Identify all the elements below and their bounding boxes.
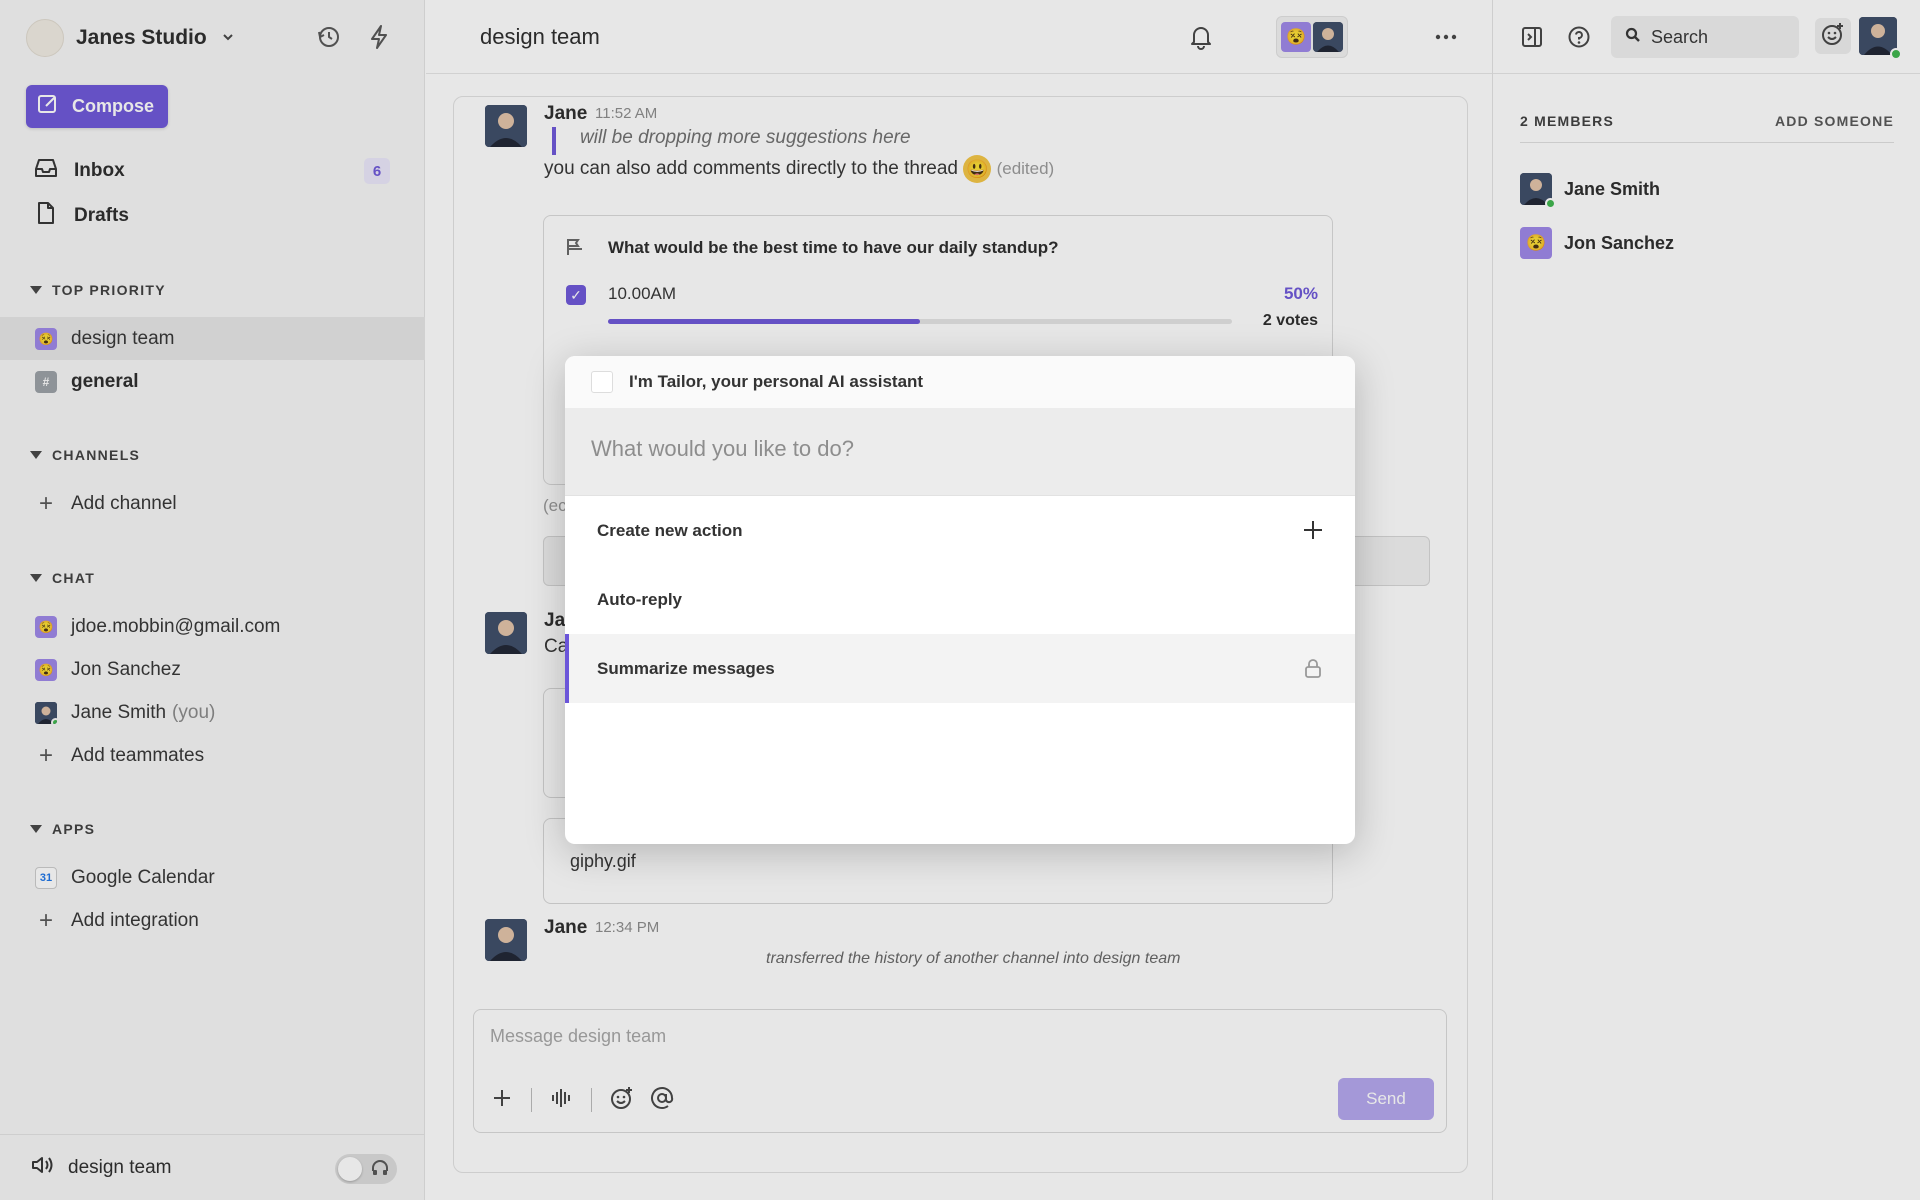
lock-icon bbox=[1301, 656, 1325, 680]
assistant-icon bbox=[591, 371, 613, 393]
palette-header: I'm Tailor, your personal AI assistant bbox=[565, 356, 1355, 408]
ai-command-palette: I'm Tailor, your personal AI assistant C… bbox=[565, 356, 1355, 844]
palette-title: I'm Tailor, your personal AI assistant bbox=[629, 372, 924, 391]
palette-input-wrap bbox=[565, 408, 1355, 496]
palette-input[interactable] bbox=[591, 436, 1331, 462]
plus-icon bbox=[1301, 518, 1325, 542]
palette-item-create-new-action[interactable]: Create new action bbox=[565, 496, 1355, 565]
palette-item-label: Create new action bbox=[597, 520, 743, 540]
palette-item-label: Summarize messages bbox=[597, 658, 775, 678]
palette-item-summarize-messages[interactable]: Summarize messages bbox=[565, 634, 1355, 703]
palette-item-auto-reply[interactable]: Auto-reply bbox=[565, 565, 1355, 634]
palette-item-label: Auto-reply bbox=[597, 589, 682, 609]
